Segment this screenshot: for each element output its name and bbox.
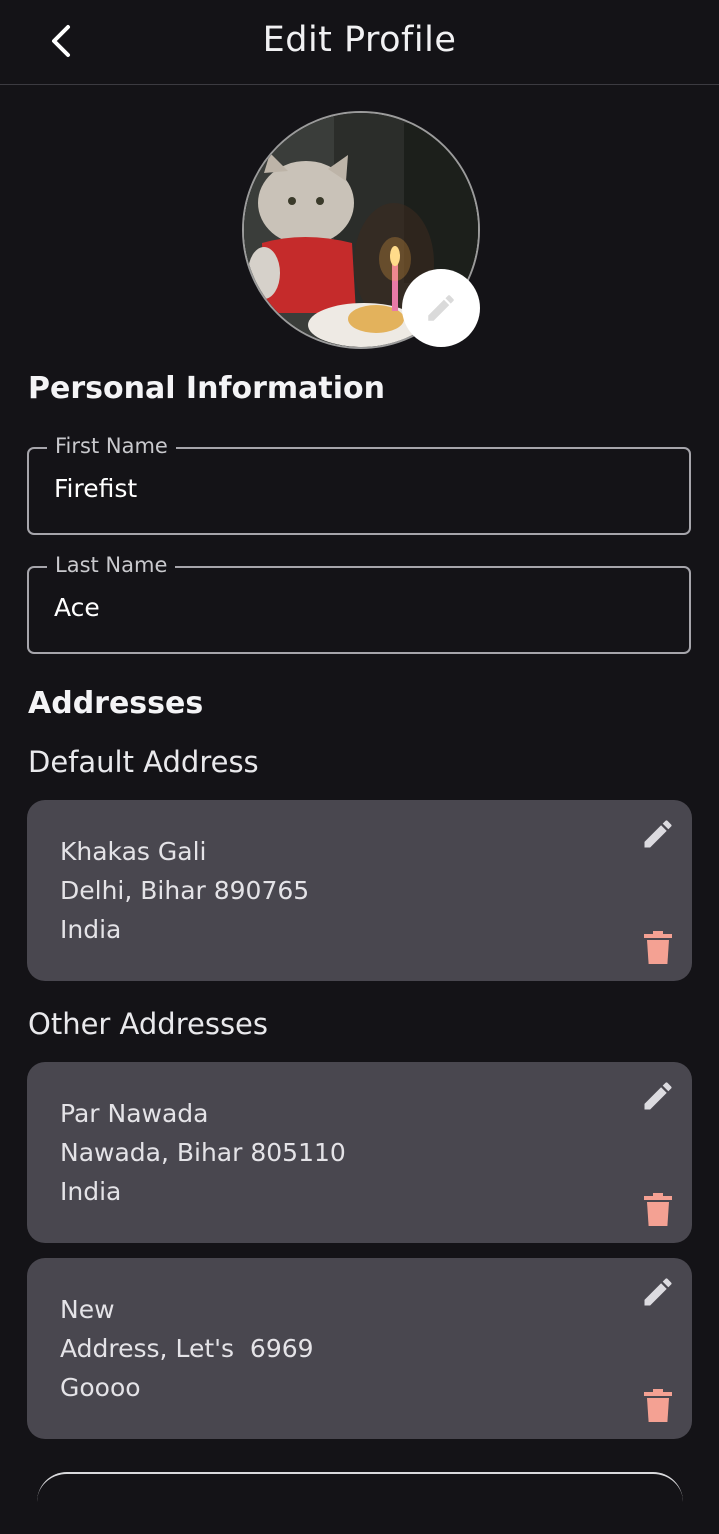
pencil-icon — [644, 1278, 672, 1306]
add-address-card-edge[interactable] — [37, 1472, 683, 1534]
other-addresses-heading: Other Addresses — [28, 1007, 269, 1041]
page-title: Edit Profile — [262, 20, 457, 60]
pencil-icon — [644, 820, 672, 848]
address-line-1: New — [60, 1295, 115, 1324]
pencil-icon — [428, 295, 454, 321]
first-name-value[interactable]: Firefist — [54, 474, 137, 503]
default-address-card: Khakas Gali Delhi, Bihar 890765 India — [27, 800, 692, 981]
address-card: New Address, Let's 6969 Goooo — [27, 1258, 692, 1439]
profile-photo-section — [242, 111, 480, 349]
delete-address-button[interactable] — [642, 1192, 674, 1228]
address-line-2: Address, Let's 6969 — [60, 1334, 314, 1363]
first-name-label: First Name — [47, 434, 176, 458]
address-line-2: Nawada, Bihar 805110 — [60, 1138, 346, 1167]
address-text: New Address, Let's 6969 Goooo — [60, 1290, 314, 1407]
addresses-heading: Addresses — [28, 686, 204, 721]
last-name-field[interactable]: Last Name Ace — [27, 553, 691, 654]
address-line-1: Khakas Gali — [60, 837, 207, 866]
address-line-3: India — [60, 915, 122, 944]
last-name-value[interactable]: Ace — [54, 593, 100, 622]
address-text: Khakas Gali Delhi, Bihar 890765 India — [60, 832, 309, 949]
trash-icon — [644, 931, 672, 964]
edit-address-button[interactable] — [640, 816, 676, 852]
personal-info-heading: Personal Information — [28, 371, 385, 406]
default-address-heading: Default Address — [28, 745, 259, 779]
app-bar: Edit Profile — [0, 0, 719, 85]
pencil-icon — [644, 1082, 672, 1110]
address-card: Par Nawada Nawada, Bihar 805110 India — [27, 1062, 692, 1243]
last-name-label: Last Name — [47, 553, 176, 577]
address-line-3: India — [60, 1177, 122, 1206]
delete-address-button[interactable] — [642, 1388, 674, 1424]
edit-photo-button[interactable] — [402, 269, 480, 347]
edit-address-button[interactable] — [640, 1078, 676, 1114]
address-text: Par Nawada Nawada, Bihar 805110 India — [60, 1094, 346, 1211]
address-line-2: Delhi, Bihar 890765 — [60, 876, 310, 905]
trash-icon — [644, 1193, 672, 1226]
delete-address-button[interactable] — [642, 930, 674, 966]
address-line-1: Par Nawada — [60, 1099, 209, 1128]
trash-icon — [644, 1389, 672, 1422]
edit-address-button[interactable] — [640, 1274, 676, 1310]
first-name-field[interactable]: First Name Firefist — [27, 434, 691, 535]
address-line-3: Goooo — [60, 1373, 141, 1402]
